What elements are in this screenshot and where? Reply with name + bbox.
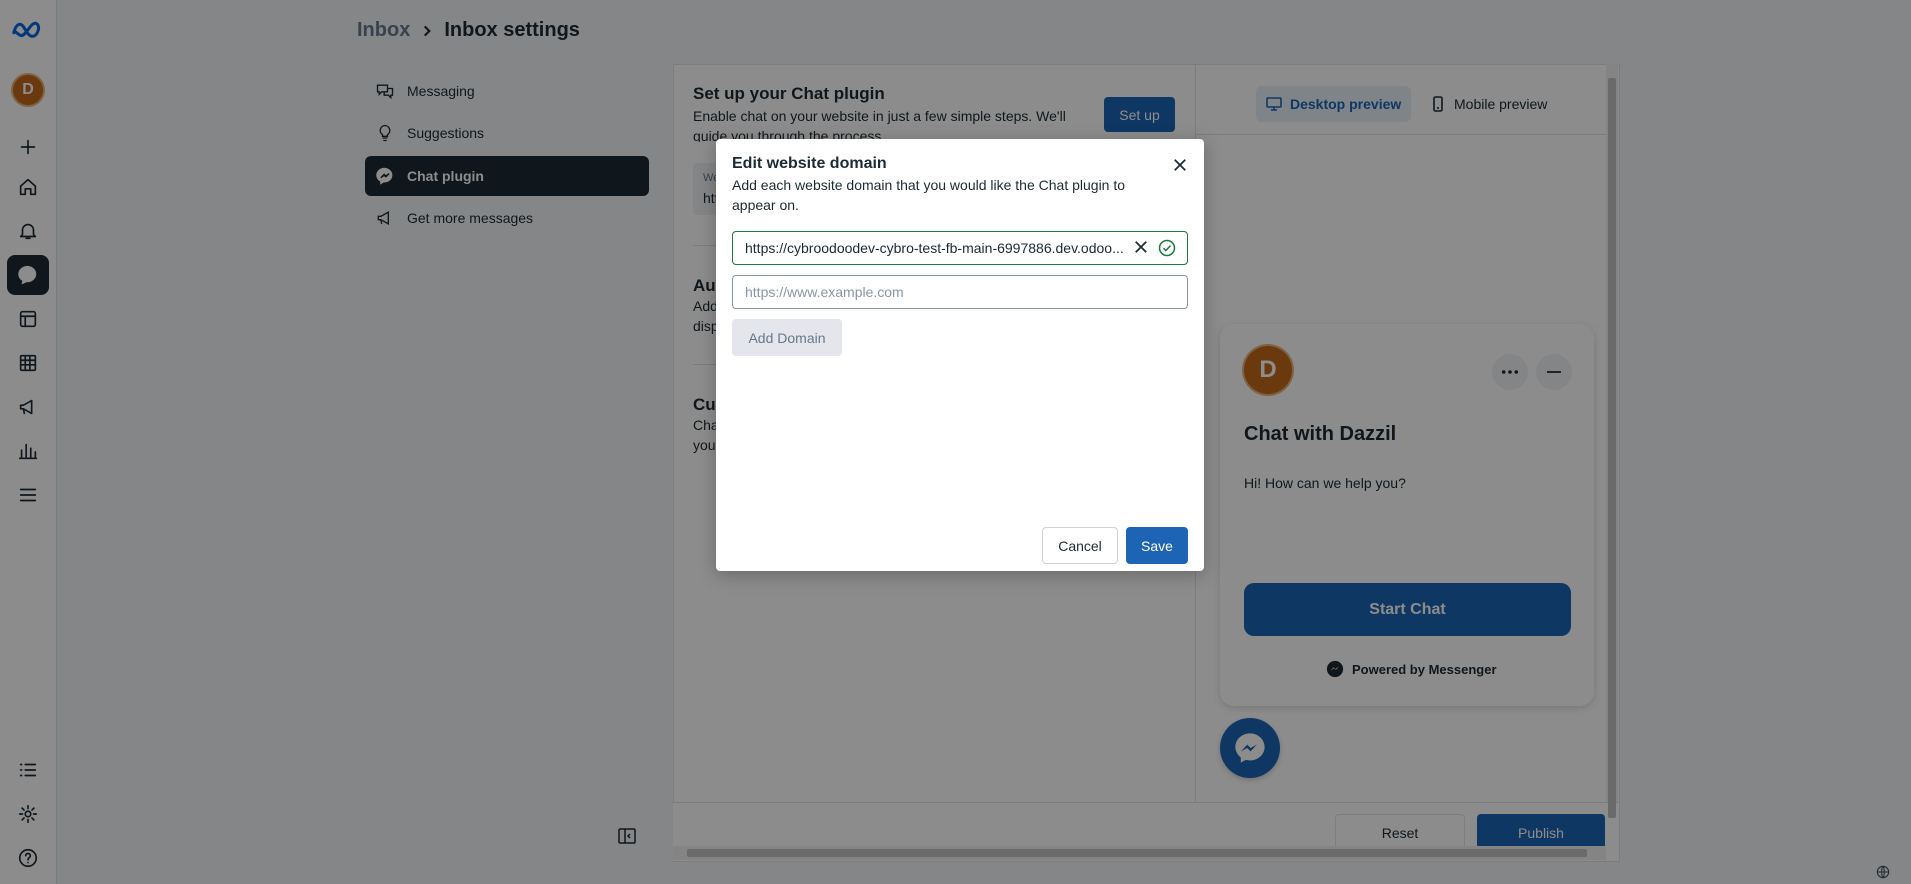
save-button[interactable]: Save [1126,527,1188,564]
domain-value: https://cybroodoodev-cybro-test-fb-main-… [745,240,1125,256]
dialog-description: Add each website domain that you would l… [732,177,1126,213]
cancel-button[interactable]: Cancel [1042,527,1118,564]
add-domain-button[interactable]: Add Domain [732,319,842,356]
dialog-title: Edit website domain [732,155,887,172]
new-domain-input[interactable] [732,275,1188,309]
clear-icon[interactable] [1134,240,1150,256]
domain-field[interactable]: https://cybroodoodev-cybro-test-fb-main-… [732,231,1188,265]
close-icon[interactable] [1168,153,1192,177]
valid-check-icon [1158,239,1176,257]
globe-icon[interactable] [1872,862,1894,882]
